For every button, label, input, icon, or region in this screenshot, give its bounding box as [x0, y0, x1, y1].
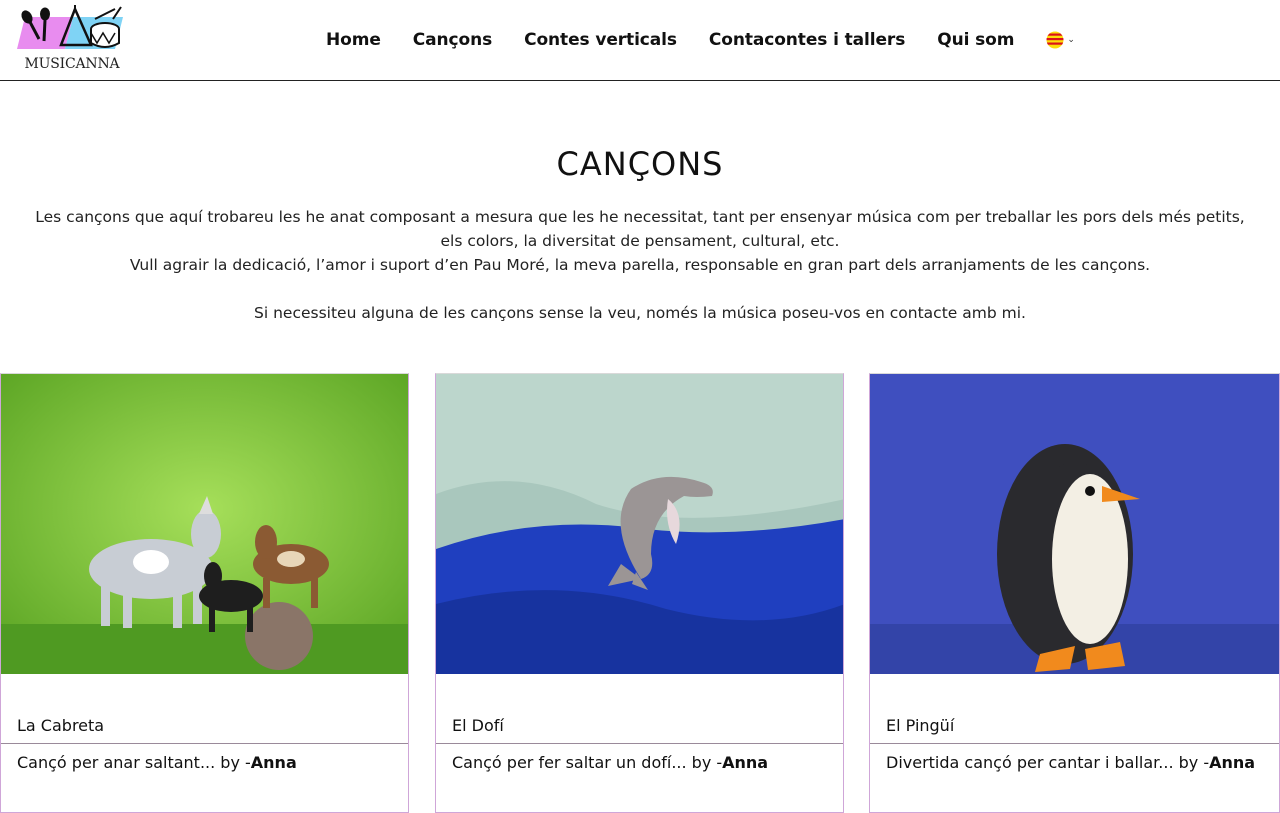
- song-description: Cançó per anar saltant... by -Anna: [17, 753, 297, 772]
- page-title: CANÇONS: [556, 145, 724, 184]
- nav-home[interactable]: Home: [326, 30, 381, 50]
- penguin-image[interactable]: [870, 374, 1279, 674]
- card-divider: [1, 743, 408, 744]
- intro-line-2: els colors, la diversitat de pensament, …: [440, 232, 840, 250]
- song-card[interactable]: El Dofí Cançó per fer saltar un dofí... …: [435, 373, 844, 813]
- nav-contes-verticals[interactable]: Contes verticals: [524, 30, 677, 50]
- song-description: Cançó per fer saltar un dofí... by -Anna: [452, 753, 769, 772]
- intro-line-1: Les cançons que aquí trobareu les he ana…: [35, 208, 1245, 226]
- nav-qui-som[interactable]: Qui som: [937, 30, 1014, 50]
- goats-image[interactable]: [1, 374, 408, 674]
- intro-line-3: Vull agrair la dedicació, l’amor i supor…: [129, 256, 1151, 274]
- instruments-icon: [17, 5, 123, 49]
- dolphin-image[interactable]: [436, 374, 843, 674]
- nav-cancons[interactable]: Cançons: [413, 30, 492, 50]
- song-author: Anna: [1209, 753, 1256, 772]
- logo-text: MUSICANNA: [24, 56, 120, 72]
- site-logo[interactable]: MUSICANNA: [17, 5, 125, 73]
- nav-contacontes-tallers[interactable]: Contacontes i tallers: [709, 30, 905, 50]
- song-title[interactable]: El Pingüí: [886, 716, 954, 735]
- main-nav: Home Cançons Contes verticals Contaconte…: [326, 29, 1075, 51]
- catalan-flag-icon: [1046, 31, 1064, 49]
- card-divider: [436, 743, 843, 744]
- song-title[interactable]: El Dofí: [452, 716, 504, 735]
- song-author: Anna: [722, 753, 769, 772]
- site-header: MUSICANNA Home Cançons Contes verticals …: [0, 0, 1280, 81]
- intro-line-4: Si necessiteu alguna de les cançons sens…: [254, 304, 1026, 322]
- card-divider: [870, 743, 1279, 744]
- language-selector[interactable]: ⌄: [1046, 31, 1075, 49]
- song-card[interactable]: La Cabreta Cançó per anar saltant... by …: [0, 373, 409, 813]
- song-card[interactable]: El Pingüí Divertida cançó per cantar i b…: [869, 373, 1280, 813]
- intro-text: Les cançons que aquí trobareu les he ana…: [0, 205, 1280, 325]
- chevron-down-icon: ⌄: [1067, 35, 1075, 45]
- song-description: Divertida cançó per cantar i ballar... b…: [886, 753, 1256, 772]
- song-title[interactable]: La Cabreta: [17, 716, 104, 735]
- song-author: Anna: [250, 753, 297, 772]
